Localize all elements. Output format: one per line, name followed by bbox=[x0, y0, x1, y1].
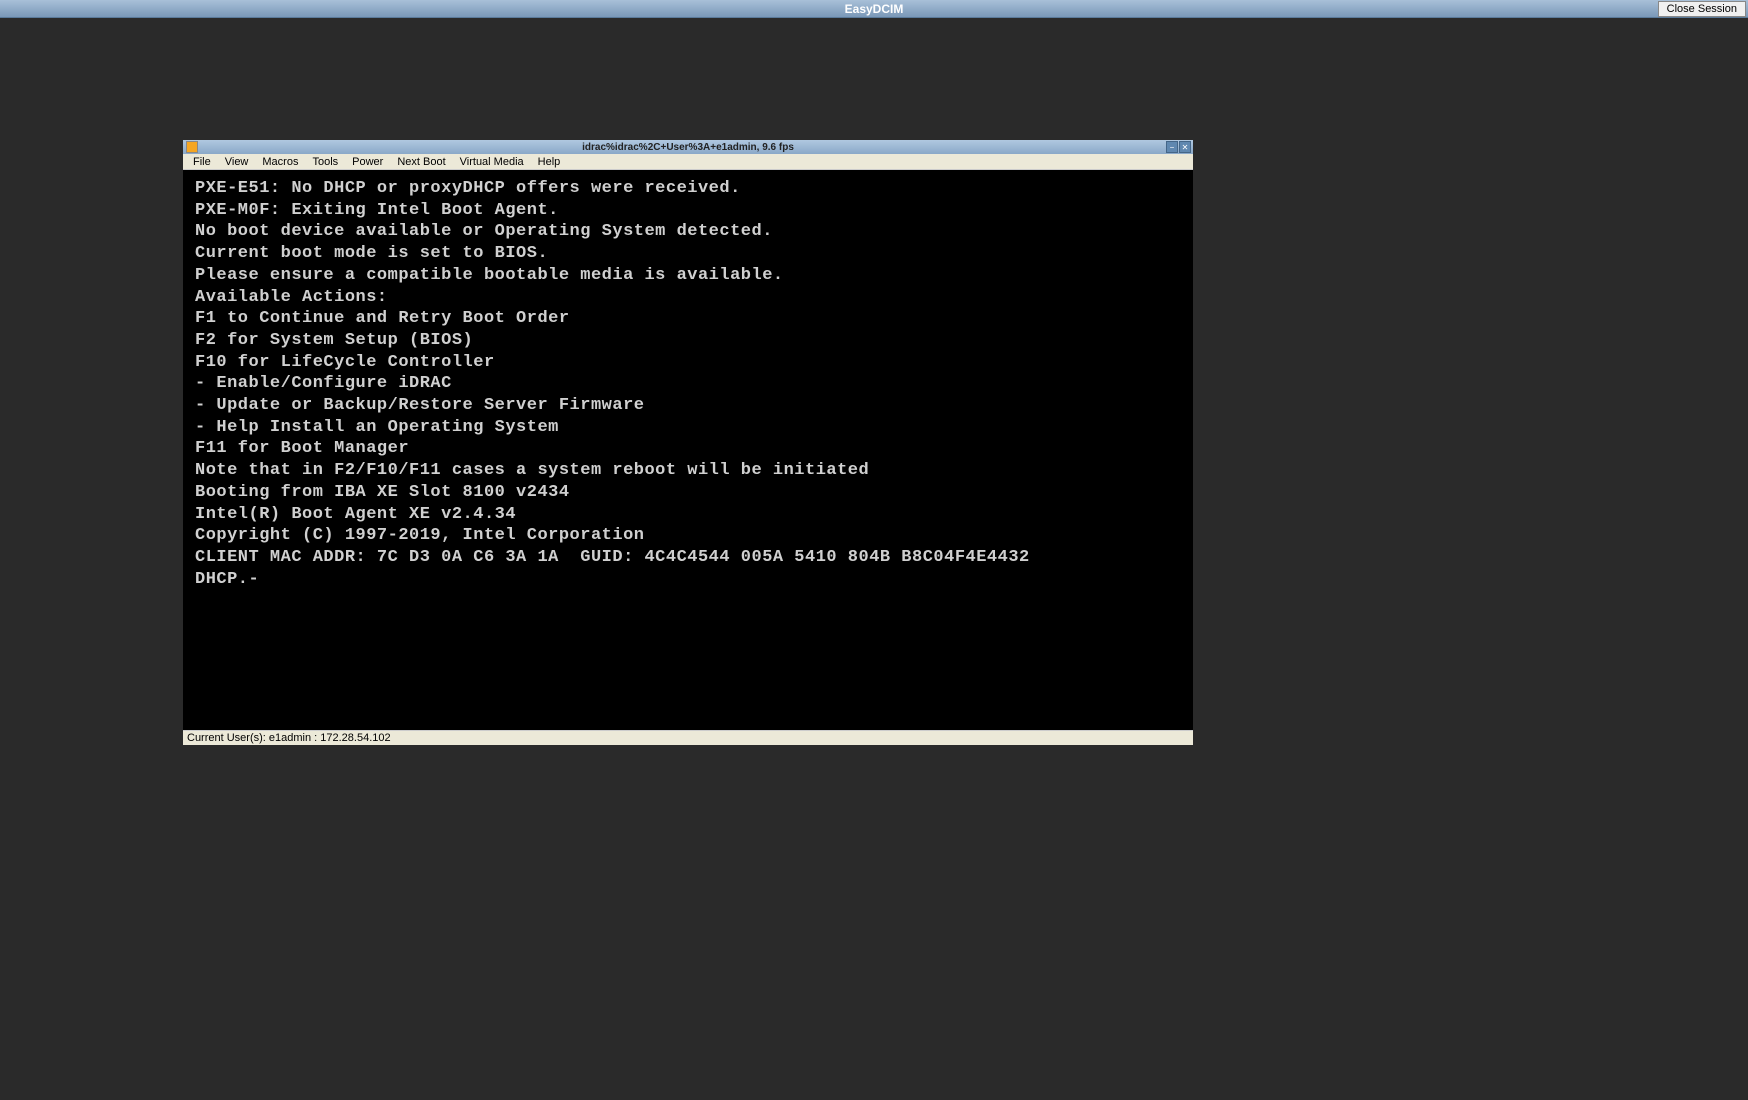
menu-help[interactable]: Help bbox=[532, 156, 567, 168]
menu-next-boot[interactable]: Next Boot bbox=[391, 156, 451, 168]
console-line: F11 for Boot Manager bbox=[195, 438, 1181, 460]
console-line: Copyright (C) 1997-2019, Intel Corporati… bbox=[195, 525, 1181, 547]
close-button[interactable]: ✕ bbox=[1179, 141, 1191, 153]
menu-virtual-media[interactable]: Virtual Media bbox=[454, 156, 530, 168]
console-line: Please ensure a compatible bootable medi… bbox=[195, 265, 1181, 287]
menu-view[interactable]: View bbox=[219, 156, 255, 168]
window-titlebar[interactable]: idrac%idrac%2C+User%3A+e1admin, 9.6 fps … bbox=[183, 140, 1193, 154]
console-line: Available Actions: bbox=[195, 287, 1181, 309]
console-line: PXE-E51: No DHCP or proxyDHCP offers wer… bbox=[195, 178, 1181, 200]
window-title: idrac%idrac%2C+User%3A+e1admin, 9.6 fps bbox=[582, 142, 794, 153]
current-users-label: Current User(s): e1admin : 172.28.54.102 bbox=[187, 732, 391, 744]
console-line: Intel(R) Boot Agent XE v2.4.34 bbox=[195, 504, 1181, 526]
menu-file[interactable]: File bbox=[187, 156, 217, 168]
close-session-button[interactable]: Close Session bbox=[1658, 1, 1746, 17]
console-line: No boot device available or Operating Sy… bbox=[195, 221, 1181, 243]
console-line: Note that in F2/F10/F11 cases a system r… bbox=[195, 460, 1181, 482]
console-line: - Enable/Configure iDRAC bbox=[195, 373, 1181, 395]
menu-macros[interactable]: Macros bbox=[256, 156, 304, 168]
java-icon bbox=[186, 141, 198, 153]
console-line: F2 for System Setup (BIOS) bbox=[195, 330, 1181, 352]
console-line: Booting from IBA XE Slot 8100 v2434 bbox=[195, 482, 1181, 504]
minimize-button[interactable]: − bbox=[1166, 141, 1178, 153]
console-line: Current boot mode is set to BIOS. bbox=[195, 243, 1181, 265]
idrac-console-window: idrac%idrac%2C+User%3A+e1admin, 9.6 fps … bbox=[183, 140, 1193, 745]
console-line: CLIENT MAC ADDR: 7C D3 0A C6 3A 1A GUID:… bbox=[195, 547, 1181, 569]
menu-power[interactable]: Power bbox=[346, 156, 389, 168]
window-controls: − ✕ bbox=[1166, 141, 1191, 153]
menu-tools[interactable]: Tools bbox=[306, 156, 344, 168]
console-line: PXE-M0F: Exiting Intel Boot Agent. bbox=[195, 200, 1181, 222]
console-line: DHCP.- bbox=[195, 569, 1181, 591]
console-line: F1 to Continue and Retry Boot Order bbox=[195, 308, 1181, 330]
console-line: - Update or Backup/Restore Server Firmwa… bbox=[195, 395, 1181, 417]
console-line: F10 for LifeCycle Controller bbox=[195, 352, 1181, 374]
console-line: - Help Install an Operating System bbox=[195, 417, 1181, 439]
statusbar: Current User(s): e1admin : 172.28.54.102 bbox=[183, 730, 1193, 745]
app-title: EasyDCIM bbox=[845, 2, 904, 16]
console-output[interactable]: PXE-E51: No DHCP or proxyDHCP offers wer… bbox=[183, 170, 1193, 730]
menubar: File View Macros Tools Power Next Boot V… bbox=[183, 154, 1193, 170]
top-bar: EasyDCIM Close Session bbox=[0, 0, 1748, 18]
